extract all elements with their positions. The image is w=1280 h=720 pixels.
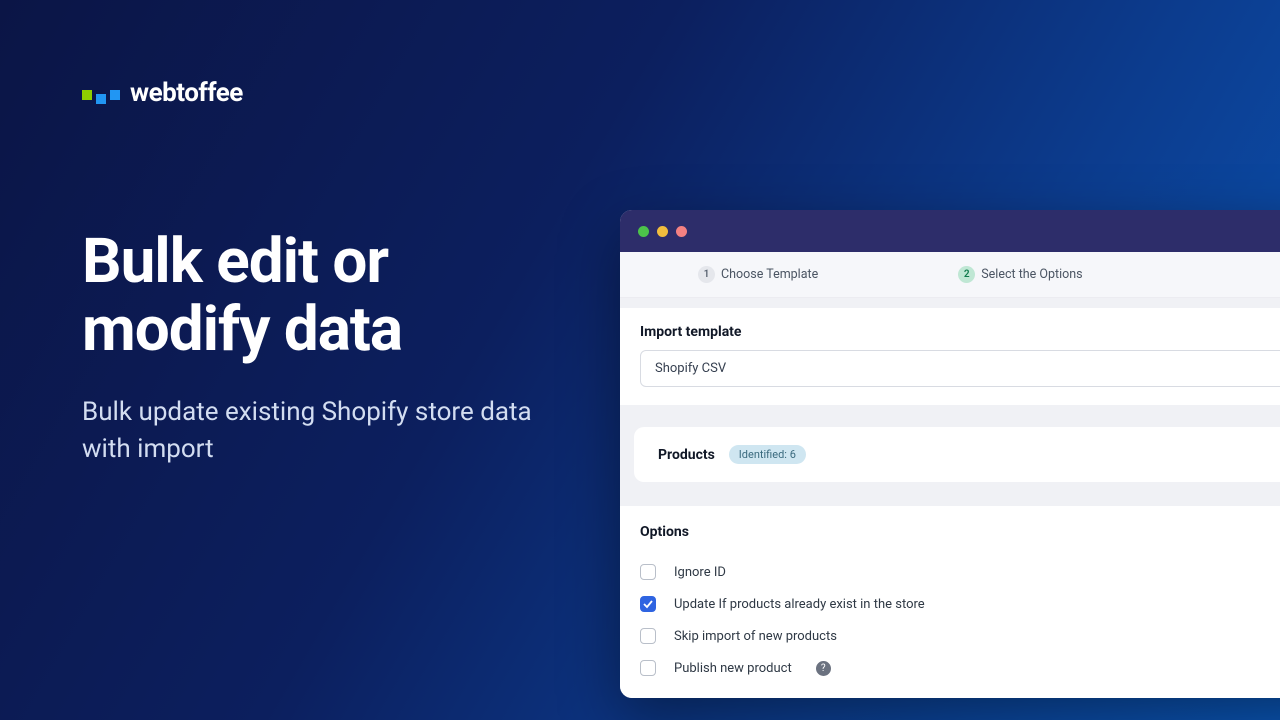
window-titlebar [620, 210, 1280, 252]
checkbox-icon[interactable] [640, 596, 656, 612]
logo-text: webtoffee [130, 78, 243, 108]
option-label: Publish new product [674, 661, 792, 676]
import-template-panel: Import template Shopify CSV [620, 308, 1280, 405]
hero-title: Bulk edit or modify data [82, 228, 562, 364]
hero-subtitle: Bulk update existing Shopify store data … [82, 394, 562, 467]
window-maximize-icon[interactable] [676, 226, 687, 237]
products-label: Products [658, 447, 715, 463]
checkbox-icon[interactable] [640, 660, 656, 676]
option-label: Update If products already exist in the … [674, 597, 925, 612]
step-number: 2 [958, 266, 975, 283]
import-template-title: Import template [640, 324, 1280, 340]
option-skip-new[interactable]: Skip import of new products [640, 620, 1280, 652]
options-panel: Options Ignore ID Update If products alr… [620, 506, 1280, 698]
brand-logo: webtoffee [82, 78, 243, 108]
options-title: Options [640, 524, 1280, 540]
hero: Bulk edit or modify data Bulk update exi… [82, 228, 562, 467]
window-minimize-icon[interactable] [657, 226, 668, 237]
products-identified-badge: Identified: 6 [729, 445, 806, 464]
stepper: 1 Choose Template 2 Select the Options 3… [620, 252, 1280, 298]
checkbox-icon[interactable] [640, 564, 656, 580]
products-summary: Products Identified: 6 [634, 427, 1280, 482]
step-label: Select the Options [981, 267, 1082, 282]
step-label: Choose Template [721, 267, 818, 282]
option-label: Ignore ID [674, 565, 726, 580]
help-icon[interactable]: ? [816, 661, 831, 676]
window-close-icon[interactable] [638, 226, 649, 237]
app-window: 1 Choose Template 2 Select the Options 3… [620, 210, 1280, 698]
checkbox-icon[interactable] [640, 628, 656, 644]
import-template-select[interactable]: Shopify CSV [640, 350, 1280, 387]
option-label: Skip import of new products [674, 629, 837, 644]
option-ignore-id[interactable]: Ignore ID [640, 556, 1280, 588]
import-template-value: Shopify CSV [655, 361, 726, 376]
option-publish-new[interactable]: Publish new product ? [640, 652, 1280, 684]
step-choose-template[interactable]: 1 Choose Template [698, 266, 818, 283]
step-select-options[interactable]: 2 Select the Options [958, 266, 1082, 283]
option-update-existing[interactable]: Update If products already exist in the … [640, 588, 1280, 620]
logo-marks [82, 86, 120, 100]
step-number: 1 [698, 266, 715, 283]
